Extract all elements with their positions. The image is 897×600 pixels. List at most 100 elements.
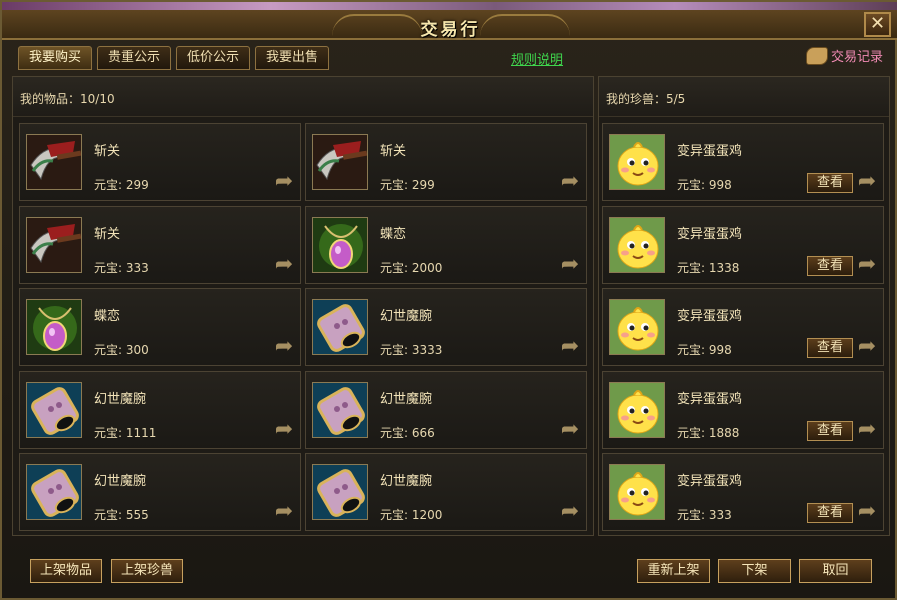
pet-price: 元宝: 1338 [677,261,740,275]
my-items-header: 我的物品：10/10 [13,77,593,117]
pet-card[interactable]: 变异蛋蛋鸡 元宝: 998 查看 ➦ [602,288,884,366]
share-arrow-icon[interactable]: ➦ [272,419,296,441]
item-card[interactable]: 幻世魔腕 元宝: 666 ➦ [305,371,587,449]
item-price: 元宝: 299 [380,178,435,192]
chick-icon [609,217,665,273]
pet-name: 变异蛋蛋鸡 [677,144,743,159]
share-arrow-icon[interactable]: ➦ [272,171,296,193]
share-arrow-icon[interactable]: ➦ [855,171,879,193]
necklace-icon [26,299,82,355]
item-name: 幻世魔腕 [380,392,433,407]
pet-price: 元宝: 998 [677,178,732,192]
tab-valuable-notice[interactable]: 贵重公示 [97,46,172,70]
pet-price: 元宝: 333 [677,508,732,522]
item-name: 幻世魔腕 [380,309,433,324]
pet-name: 变异蛋蛋鸡 [677,474,743,489]
pet-name: 变异蛋蛋鸡 [677,392,743,407]
close-button[interactable]: ✕ [864,12,891,37]
item-card[interactable]: 斩关元宝: 299 ➦ [19,123,301,201]
share-arrow-icon[interactable]: ➦ [558,336,582,358]
tab-bar: 我要购买 贵重公示 低价公示 我要出售 [18,46,330,72]
scroll-icon [805,46,828,65]
item-card[interactable]: 斩关元宝: 299 ➦ [305,123,587,201]
pet-price: 元宝: 998 [677,343,732,357]
axe-icon [312,134,368,190]
background-scene [2,2,897,10]
list-pet-button[interactable]: 上架珍兽 [111,559,183,583]
view-pet-button[interactable]: 查看 [807,338,853,358]
tab-sell[interactable]: 我要出售 [255,46,330,70]
share-arrow-icon[interactable]: ➦ [272,501,296,523]
item-name: 蝶恋 [94,309,121,324]
item-price: 元宝: 299 [94,178,149,192]
chick-icon [609,382,665,438]
bracelet-icon [26,464,82,520]
view-pet-button[interactable]: 查看 [807,503,853,523]
share-arrow-icon[interactable]: ➦ [855,336,879,358]
trade-window: 交易行 ✕ 我要购买 贵重公示 低价公示 我要出售 规则说明 交易记录 我的物品… [0,0,897,600]
share-arrow-icon[interactable]: ➦ [272,254,296,276]
retrieve-button[interactable]: 取回 [799,559,872,583]
pet-card[interactable]: 变异蛋蛋鸡元宝: 333 查看 ➦ [602,453,884,531]
view-pet-button[interactable]: 查看 [807,421,853,441]
item-card[interactable]: 蝶恋元宝: 2000 ➦ [305,206,587,284]
pet-card[interactable]: 变异蛋蛋鸡元宝: 1338 查看 ➦ [602,206,884,284]
pet-price: 元宝: 1888 [677,426,740,440]
share-arrow-icon[interactable]: ➦ [272,336,296,358]
share-arrow-icon[interactable]: ➦ [855,501,879,523]
title-ornament-right [480,14,570,36]
item-card[interactable]: 幻世魔腕元宝: 1111 ➦ [19,371,301,449]
item-name: 幻世魔腕 [94,392,147,407]
axe-icon [26,217,82,273]
tab-low-price-notice[interactable]: 低价公示 [176,46,251,70]
share-arrow-icon[interactable]: ➦ [558,501,582,523]
relist-button[interactable]: 重新上架 [637,559,710,583]
pet-card[interactable]: 变异蛋蛋鸡元宝: 1888 查看 ➦ [602,371,884,449]
bracelet-icon [312,382,368,438]
title-ornament-left [332,14,422,36]
pet-name: 变异蛋蛋鸡 [677,227,743,242]
necklace-icon [312,217,368,273]
bracelet-icon [26,382,82,438]
bracelet-icon [312,299,368,355]
share-arrow-icon[interactable]: ➦ [558,171,582,193]
item-name: 幻世魔腕 [94,474,147,489]
item-name: 斩关 [94,144,121,159]
share-arrow-icon[interactable]: ➦ [558,254,582,276]
item-price: 元宝: 1200 [380,508,443,522]
item-name: 斩关 [94,227,121,242]
item-price: 元宝: 1111 [94,426,157,440]
bracelet-icon [312,464,368,520]
item-card[interactable]: 幻世魔腕 元宝: 555 ➦ [19,453,301,531]
item-price: 元宝: 2000 [380,261,443,275]
trade-log-label: 交易记录 [830,50,883,65]
item-name: 幻世魔腕 [380,474,433,489]
axe-icon [26,134,82,190]
window-title: 交易行 [420,20,481,40]
item-name: 斩关 [380,144,407,159]
share-arrow-icon[interactable]: ➦ [855,254,879,276]
item-price: 元宝: 3333 [380,343,443,357]
item-price: 元宝: 300 [94,343,149,357]
item-price: 元宝: 333 [94,261,149,275]
my-pets-header: 我的珍兽：5/5 [599,77,889,117]
view-pet-button[interactable]: 查看 [807,256,853,276]
rules-link[interactable]: 规则说明 [511,49,563,68]
item-name: 蝶恋 [380,227,407,242]
share-arrow-icon[interactable]: ➦ [558,419,582,441]
delist-button[interactable]: 下架 [718,559,791,583]
chick-icon [609,464,665,520]
item-card[interactable]: 蝶恋元宝: 300 ➦ [19,288,301,366]
item-card[interactable]: 斩关元宝: 333 ➦ [19,206,301,284]
share-arrow-icon[interactable]: ➦ [855,419,879,441]
list-item-button[interactable]: 上架物品 [30,559,102,583]
pet-card[interactable]: 变异蛋蛋鸡元宝: 998 查看 ➦ [602,123,884,201]
trade-log-button[interactable]: 交易记录 [805,46,883,65]
tab-buy[interactable]: 我要购买 [18,46,93,70]
chick-icon [609,134,665,190]
view-pet-button[interactable]: 查看 [807,173,853,193]
item-card[interactable]: 幻世魔腕元宝: 3333 ➦ [305,288,587,366]
title-bar: 交易行 ✕ [2,10,897,40]
chick-icon [609,299,665,355]
item-card[interactable]: 幻世魔腕元宝: 1200 ➦ [305,453,587,531]
